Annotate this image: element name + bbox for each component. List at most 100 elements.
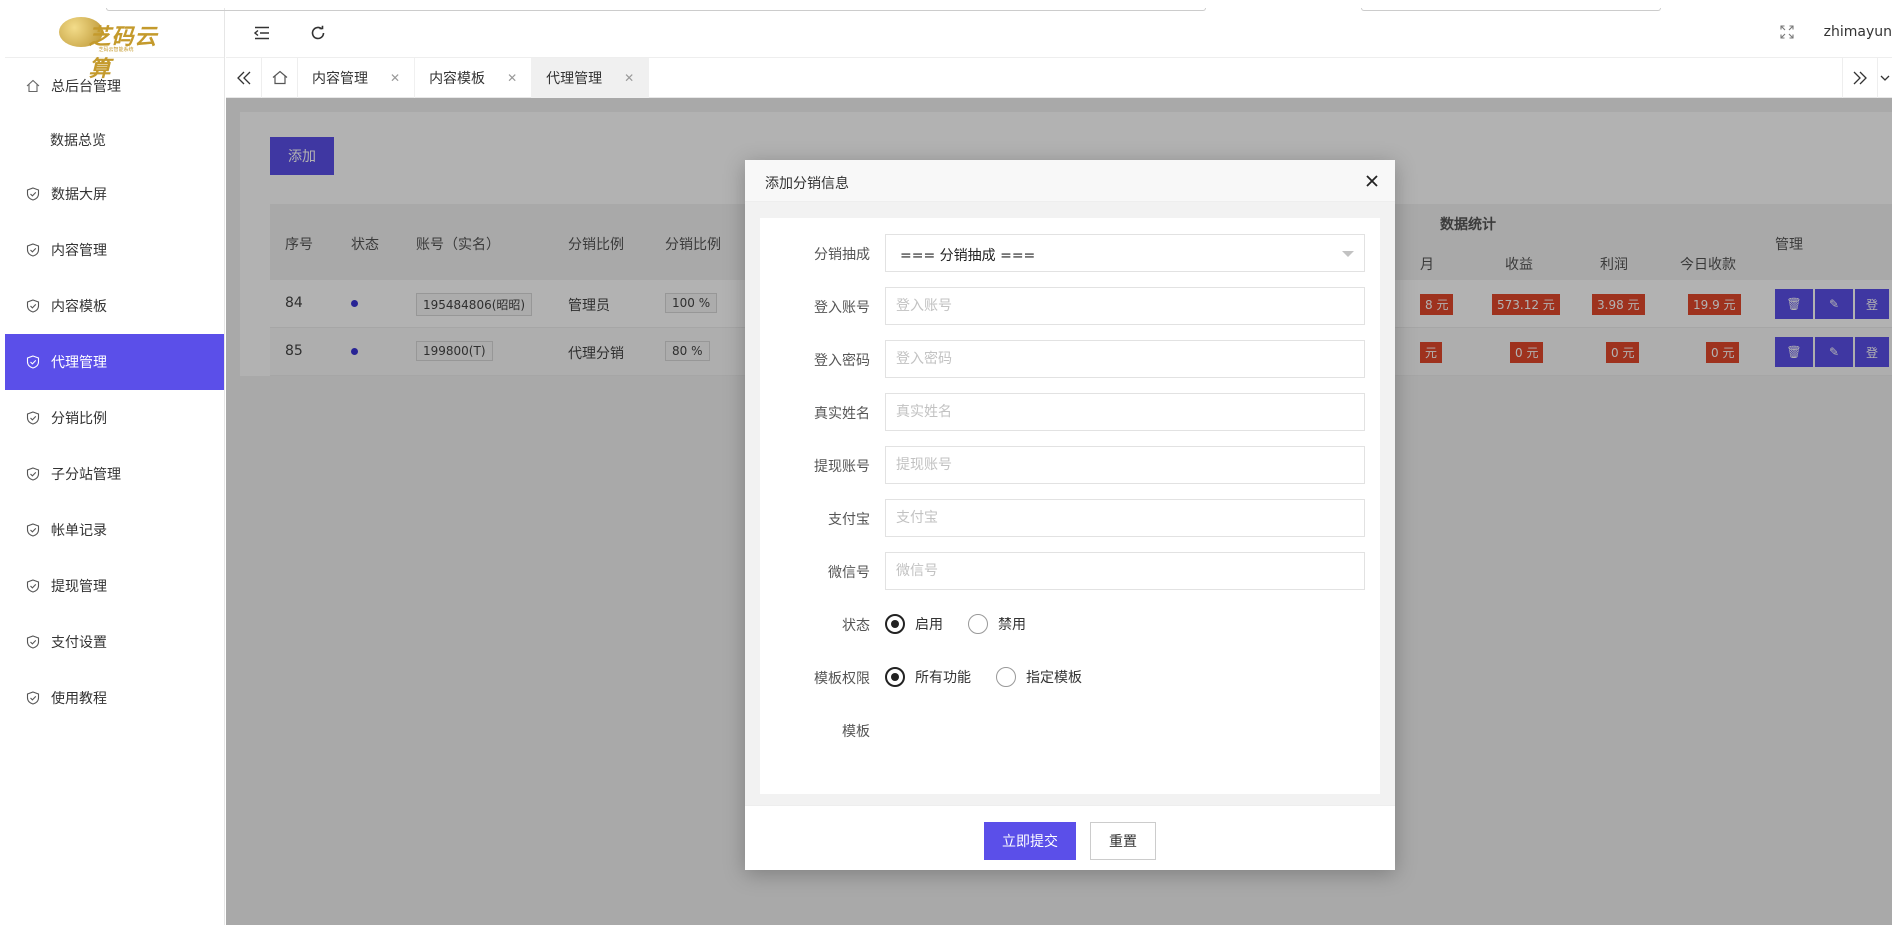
- close-tab-icon[interactable]: ✕: [390, 71, 400, 85]
- password-input[interactable]: [885, 340, 1365, 378]
- radio-label: 禁用: [998, 617, 1026, 633]
- username[interactable]: zhimayun: [1824, 24, 1892, 40]
- sidebar-item-bigscreen[interactable]: 数据大屏: [5, 166, 224, 222]
- tab-bar: 内容管理 ✕ 内容模板 ✕ 代理管理 ✕: [226, 57, 1892, 98]
- status-radio-disabled[interactable]: 禁用: [968, 614, 1026, 634]
- tab-label: 内容管理: [312, 70, 368, 87]
- logo[interactable]: 芝码云算 芝码云智能系统: [5, 8, 224, 82]
- reset-button[interactable]: 重置: [1090, 822, 1156, 860]
- permission-radio-all[interactable]: 所有功能: [885, 667, 971, 687]
- wechat-label: 微信号: [828, 565, 870, 581]
- sidebar-item-label: 内容模板: [51, 299, 107, 315]
- add-distributor-modal: 添加分销信息 分销抽成 === 分销抽成 === 登入账号 登入密码: [745, 160, 1395, 870]
- account-input[interactable]: [885, 287, 1365, 325]
- sidebar-item-label: 内容管理: [51, 243, 107, 259]
- shield-check-icon: [25, 690, 41, 706]
- commission-select[interactable]: === 分销抽成 ===: [885, 234, 1365, 272]
- radio-unchecked-icon: [968, 614, 988, 634]
- sidebar-item-agent[interactable]: 代理管理: [5, 334, 224, 390]
- tab-home[interactable]: [262, 57, 298, 98]
- tab-template[interactable]: 内容模板 ✕: [415, 57, 533, 98]
- sidebar-item-withdraw[interactable]: 提现管理: [5, 558, 224, 614]
- sidebar-item-payment[interactable]: 支付设置: [5, 614, 224, 670]
- refresh-icon[interactable]: [307, 22, 329, 44]
- modal-header: 添加分销信息: [745, 160, 1395, 202]
- tabs-right-controls: [1842, 58, 1892, 98]
- tabs-scroll-right-icon[interactable]: [1842, 58, 1878, 98]
- distributor-form: 分销抽成 === 分销抽成 === 登入账号 登入密码 真实姓名 提现账号: [760, 218, 1380, 794]
- modal-body: 分销抽成 === 分销抽成 === 登入账号 登入密码 真实姓名 提现账号: [745, 202, 1395, 805]
- commission-label: 分销抽成: [814, 247, 870, 263]
- collapse-menu-icon[interactable]: [251, 22, 273, 44]
- form-row-realname: 真实姓名: [760, 393, 1380, 431]
- sidebar-item-label: 代理管理: [51, 355, 107, 371]
- alipay-input[interactable]: [885, 499, 1365, 537]
- radio-checked-icon: [885, 614, 905, 634]
- submit-button[interactable]: 立即提交: [984, 822, 1076, 860]
- status-label: 状态: [842, 618, 870, 634]
- withdraw-label: 提现账号: [814, 459, 870, 475]
- sidebar: 芝码云算 芝码云智能系统 总后台管理 数据总览 数据大屏 内容管理 内容模板 代…: [5, 8, 225, 925]
- sidebar-item-label: 数据总览: [50, 133, 106, 149]
- form-row-account: 登入账号: [760, 287, 1380, 325]
- shield-check-icon: [25, 242, 41, 258]
- shield-check-icon: [25, 298, 41, 314]
- sidebar-item-label: 分销比例: [51, 411, 107, 427]
- tabs-scroll-left-icon[interactable]: [226, 57, 262, 98]
- permission-radio-specific[interactable]: 指定模板: [996, 667, 1082, 687]
- form-row-password: 登入密码: [760, 340, 1380, 378]
- wechat-input[interactable]: [885, 552, 1365, 590]
- fullscreen-icon[interactable]: [1780, 25, 1794, 43]
- sidebar-item-tutorial[interactable]: 使用教程: [5, 670, 224, 726]
- account-label: 登入账号: [814, 300, 870, 316]
- close-tab-icon[interactable]: ✕: [624, 71, 634, 85]
- form-row-template: 模板: [760, 711, 1380, 749]
- permission-label: 模板权限: [814, 671, 870, 687]
- form-row-alipay: 支付宝: [760, 499, 1380, 537]
- sidebar-item-ratio[interactable]: 分销比例: [5, 390, 224, 446]
- browser-edge: [1361, 8, 1661, 11]
- modal-footer: 立即提交 重置: [745, 805, 1395, 870]
- radio-label: 所有功能: [915, 670, 971, 686]
- sidebar-item-label: 子分站管理: [51, 467, 121, 483]
- sidebar-item-bills[interactable]: 帐单记录: [5, 502, 224, 558]
- shield-check-icon: [25, 466, 41, 482]
- password-label: 登入密码: [814, 353, 870, 369]
- commission-select-value: === 分销抽成 ===: [900, 248, 1036, 264]
- close-tab-icon[interactable]: ✕: [507, 71, 517, 85]
- home-icon: [272, 70, 287, 85]
- form-row-permission: 模板权限 所有功能 指定模板: [760, 658, 1380, 696]
- sidebar-menu: 总后台管理 数据总览 数据大屏 内容管理 内容模板 代理管理 分销比例 子分站管…: [5, 58, 224, 726]
- tab-content[interactable]: 内容管理 ✕: [298, 57, 416, 98]
- realname-input[interactable]: [885, 393, 1365, 431]
- browser-edge: [106, 8, 1206, 11]
- close-icon[interactable]: [1363, 172, 1381, 190]
- radio-checked-icon: [885, 667, 905, 687]
- sidebar-item-label: 提现管理: [51, 579, 107, 595]
- modal-title: 添加分销信息: [765, 176, 849, 192]
- realname-label: 真实姓名: [814, 406, 870, 422]
- shield-check-icon: [25, 354, 41, 370]
- sidebar-item-substation[interactable]: 子分站管理: [5, 446, 224, 502]
- shield-check-icon: [25, 522, 41, 538]
- sidebar-item-label: 数据大屏: [51, 187, 107, 203]
- tabs-menu-chevron-down-icon[interactable]: [1878, 58, 1892, 98]
- withdraw-input[interactable]: [885, 446, 1365, 484]
- shield-check-icon: [25, 186, 41, 202]
- form-row-withdraw: 提现账号: [760, 446, 1380, 484]
- tab-label: 代理管理: [546, 70, 603, 87]
- form-row-status: 状态 启用 禁用: [760, 605, 1380, 643]
- sidebar-item-label: 帐单记录: [51, 523, 107, 539]
- sidebar-item-content[interactable]: 内容管理: [5, 222, 224, 278]
- chevron-down-icon: [1342, 251, 1354, 257]
- radio-label: 指定模板: [1026, 670, 1082, 686]
- home-icon: [25, 78, 41, 94]
- sidebar-item-overview[interactable]: 数据总览: [5, 114, 224, 166]
- template-label: 模板: [842, 724, 870, 740]
- status-radio-enabled[interactable]: 启用: [885, 614, 943, 634]
- tab-agent[interactable]: 代理管理 ✕: [532, 57, 650, 98]
- sidebar-item-label: 使用教程: [51, 691, 107, 707]
- sidebar-item-template[interactable]: 内容模板: [5, 278, 224, 334]
- radio-label: 启用: [915, 617, 943, 633]
- form-row-wechat: 微信号: [760, 552, 1380, 590]
